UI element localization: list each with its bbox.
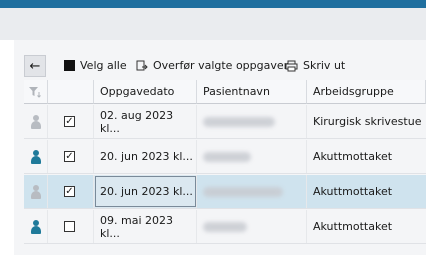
table-row[interactable]: ✓ 20. jun 2023 kl... Akuttmottaket <box>24 175 426 209</box>
header-band <box>0 8 426 40</box>
row-checkbox-cell[interactable]: ✓ <box>48 105 94 138</box>
patient-name-cell[interactable] <box>197 210 307 243</box>
select-all-label: Velg alle <box>80 59 127 72</box>
column-header-group[interactable]: Arbeidsgruppe <box>307 80 426 104</box>
print-label: Skriv ut <box>303 59 346 72</box>
row-person-cell <box>24 105 48 138</box>
task-date-cell[interactable]: 20. jun 2023 kl... <box>94 140 197 173</box>
work-group-cell[interactable]: Kirurgisk skrivestue <box>307 105 426 138</box>
row-person-cell <box>24 140 48 173</box>
top-accent-bar <box>0 0 426 8</box>
person-icon <box>30 149 42 164</box>
task-date: 02. aug 2023 kl... <box>100 108 174 135</box>
toolbar: ← Velg alle Overfør valgte oppgaver Skri… <box>24 53 426 79</box>
filter-header[interactable] <box>24 80 48 104</box>
task-date-cell[interactable]: 02. aug 2023 kl... <box>94 105 197 138</box>
redacted-patient-name <box>203 221 247 232</box>
transfer-icon <box>136 60 148 70</box>
row-checkbox[interactable]: ✓ <box>64 151 75 162</box>
row-checkbox[interactable] <box>64 221 75 232</box>
select-all-checkbox[interactable] <box>64 60 75 71</box>
filter-icon[interactable] <box>28 86 42 98</box>
row-checkbox-cell[interactable] <box>48 210 94 243</box>
table-row[interactable]: ✓ 20. jun 2023 kl... Akuttmottaket <box>24 140 426 174</box>
work-group-cell[interactable]: Akuttmottaket <box>307 175 426 208</box>
row-person-cell <box>24 210 48 243</box>
print-button[interactable]: Skriv ut <box>285 59 345 72</box>
task-date: 20. jun 2023 kl... <box>100 185 193 198</box>
work-group: Akuttmottaket <box>313 220 393 233</box>
table-row[interactable]: 09. mai 2023 kl... Akuttmottaket <box>24 210 426 244</box>
work-group-cell[interactable]: Akuttmottaket <box>307 210 426 243</box>
column-header-patient[interactable]: Pasientnavn <box>197 80 307 104</box>
task-date: 09. mai 2023 kl... <box>100 213 173 240</box>
back-button[interactable]: ← <box>24 55 46 77</box>
work-group: Akuttmottaket <box>313 185 393 198</box>
select-all-button[interactable]: Velg alle <box>64 59 127 72</box>
redacted-patient-name <box>203 151 251 162</box>
task-date-cell[interactable]: 09. mai 2023 kl... <box>94 210 197 243</box>
row-person-cell <box>24 175 48 208</box>
redacted-patient-name <box>203 116 275 127</box>
redacted-patient-name <box>203 186 283 197</box>
work-group-cell[interactable]: Akuttmottaket <box>307 140 426 173</box>
column-header-date[interactable]: Oppgavedato <box>94 80 197 104</box>
table-row[interactable]: ✓ 02. aug 2023 kl... Kirurgisk skrivestu… <box>24 105 426 139</box>
row-checkbox-cell[interactable]: ✓ <box>48 140 94 173</box>
person-icon <box>30 114 42 129</box>
row-checkbox-cell[interactable]: ✓ <box>48 175 94 208</box>
row-checkbox[interactable]: ✓ <box>64 186 75 197</box>
work-group: Akuttmottaket <box>313 150 393 163</box>
transfer-tasks-button[interactable]: Overfør valgte oppgaver <box>136 59 288 72</box>
arrow-left-icon: ← <box>29 58 41 74</box>
printer-icon <box>285 60 298 71</box>
transfer-label: Overfør valgte oppgaver <box>153 59 289 72</box>
person-icon <box>30 219 42 234</box>
task-date-cell[interactable]: 20. jun 2023 kl... <box>94 175 197 208</box>
work-group: Kirurgisk skrivestue <box>313 115 422 128</box>
row-checkbox[interactable]: ✓ <box>64 116 75 127</box>
patient-name-cell[interactable] <box>197 105 307 138</box>
patient-name-cell[interactable] <box>197 175 307 208</box>
task-date: 20. jun 2023 kl... <box>100 150 193 163</box>
person-icon <box>30 184 42 199</box>
checkbox-column-header <box>48 80 94 104</box>
patient-name-cell[interactable] <box>197 140 307 173</box>
